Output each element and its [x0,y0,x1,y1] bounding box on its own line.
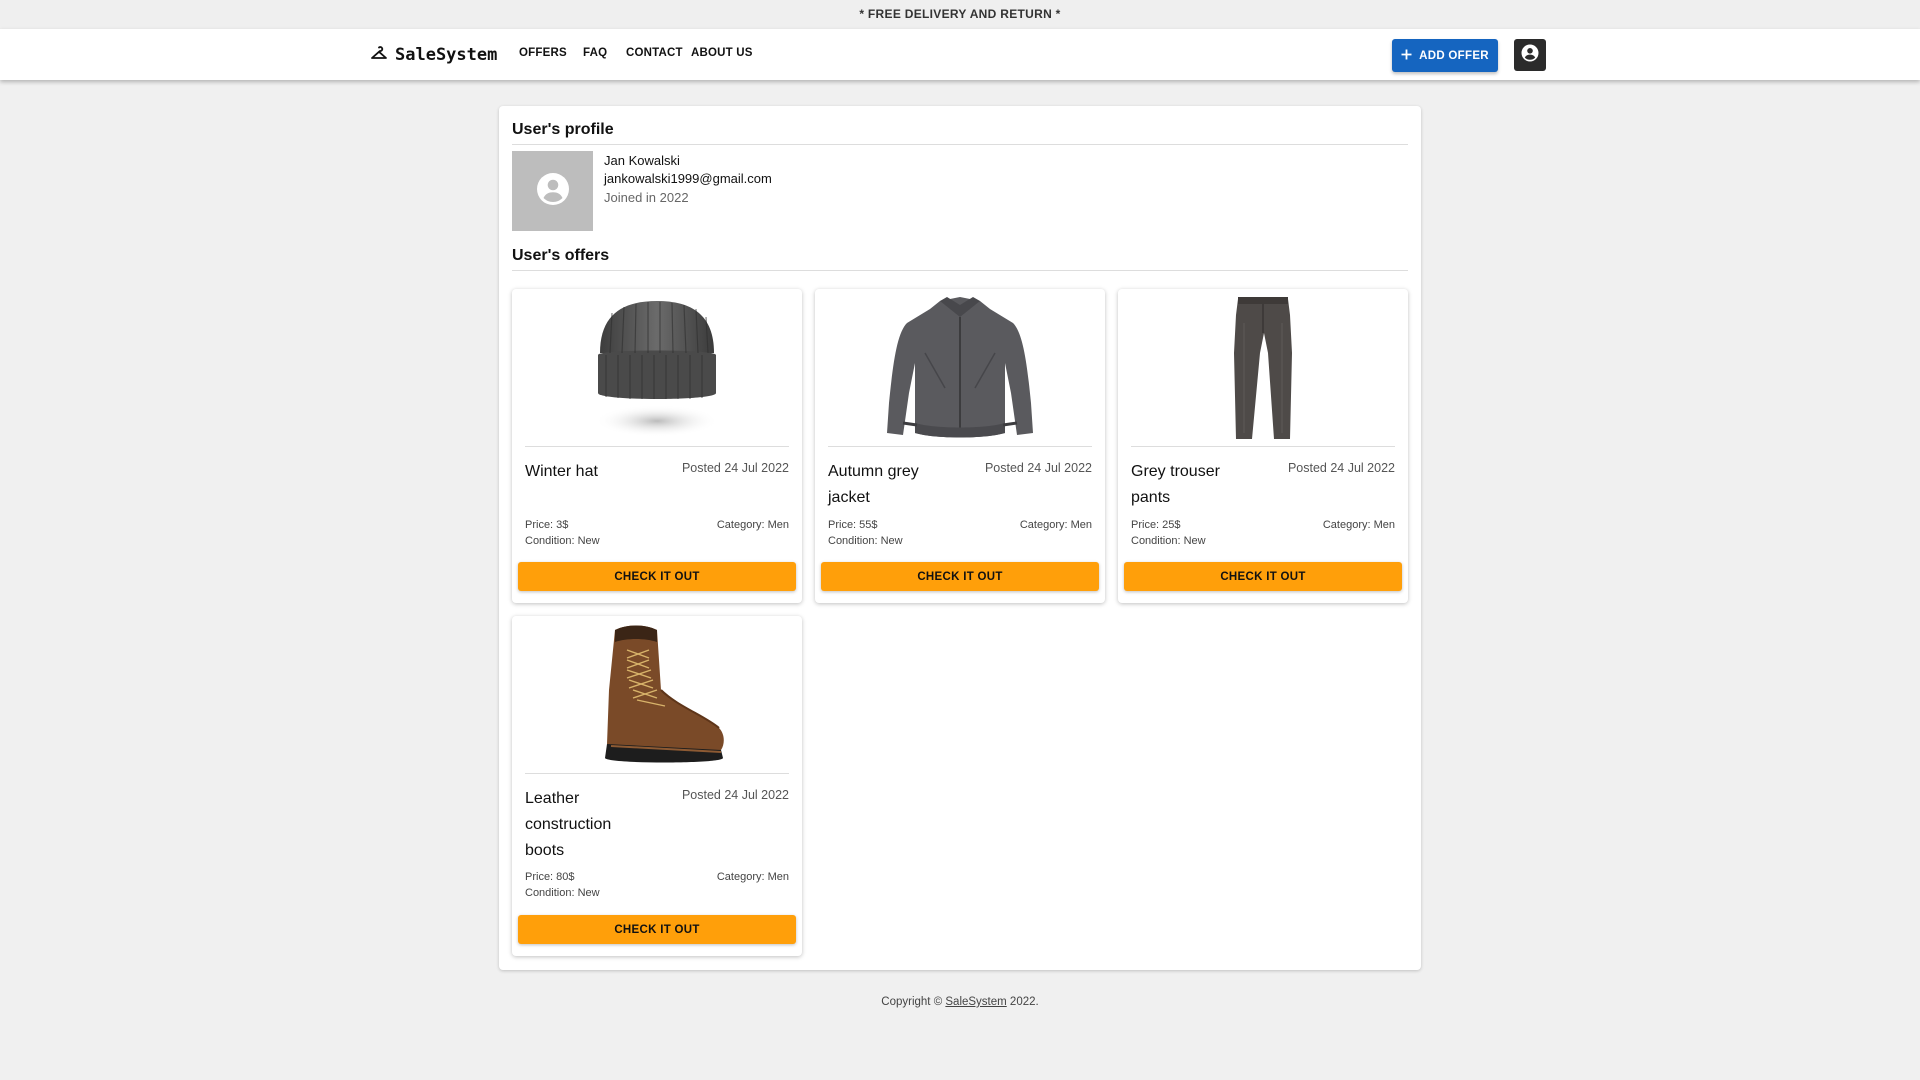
check-it-out-button[interactable]: CHECK IT OUT [518,915,796,944]
offer-price: Price: 25$ [1131,519,1181,531]
offer-posted-date: Posted 24 Jul 2022 [681,461,789,475]
offer-price: Price: 80$ [525,871,575,883]
nav-about-us[interactable]: ABOUT US [691,47,753,59]
copyright-suffix: 2022. [1006,996,1039,1008]
hanger-icon [371,45,387,65]
profile-divider [512,144,1408,145]
promo-text: * FREE DELIVERY AND RETURN * [859,7,1061,21]
offer-posted-date: Posted 24 Jul 2022 [681,788,789,802]
top-navbar: SaleSystem OFFERS FAQ CONTACT ABOUT US A… [0,29,1920,80]
offer-title: Winter hat [525,463,598,480]
offer-category: Category: Men [1019,519,1092,531]
card-divider [525,773,789,774]
footer-copyright: Copyright © SaleSystem 2022. [0,996,1920,1008]
profile-panel: User's profile Jan Kowalski jankowalski1… [499,106,1421,970]
offer-image-leather-construction-boots [525,616,789,773]
brand-logo[interactable]: SaleSystem [371,42,497,68]
footer-salesystem-link[interactable]: SaleSystem [945,996,1006,1008]
copyright-prefix: Copyright © [881,996,946,1008]
offer-posted-date: Posted 24 Jul 2022 [1287,461,1395,475]
offers-divider [512,270,1408,271]
person-icon [536,172,570,211]
nav-contact[interactable]: CONTACT [626,47,683,59]
add-offer-button[interactable]: ADD OFFER [1392,39,1498,72]
check-it-out-button[interactable]: CHECK IT OUT [518,562,796,591]
offer-condition: Condition: New [828,535,903,547]
card-divider [525,446,789,447]
check-it-out-button[interactable]: CHECK IT OUT [821,562,1099,591]
avatar [512,151,593,231]
offer-category: Category: Men [716,871,789,883]
offers-section-title: User's offers [512,247,610,264]
nav-offers[interactable]: OFFERS [519,47,567,59]
user-joined: Joined in 2022 [604,190,689,205]
offer-card: Winter hat Posted 24 Jul 2022 Price: 3$ … [512,289,802,603]
offer-card: Grey trouser pants Posted 24 Jul 2022 Pr… [1118,289,1408,603]
offer-condition: Condition: New [525,535,600,547]
offer-title: Leather construction boots [525,790,612,859]
nav-faq[interactable]: FAQ [583,47,607,59]
offer-condition: Condition: New [525,887,600,899]
offer-image-autumn-grey-jacket [828,289,1092,446]
offer-category: Category: Men [716,519,789,531]
user-name: Jan Kowalski [604,153,680,168]
profile-section-title: User's profile [512,121,614,138]
offer-price: Price: 3$ [525,519,569,531]
offer-condition: Condition: New [1131,535,1206,547]
user-email: jankowalski1999@gmail.com [604,171,772,186]
card-divider [828,446,1092,447]
add-offer-label: ADD OFFER [1419,49,1489,62]
offer-posted-date: Posted 24 Jul 2022 [984,461,1092,475]
account-button[interactable] [1514,39,1546,71]
offer-card: Leather construction boots Posted 24 Jul… [512,616,802,956]
offer-price: Price: 55$ [828,519,878,531]
check-it-out-button[interactable]: CHECK IT OUT [1124,562,1402,591]
card-divider [1131,446,1395,447]
offer-card: Autumn grey jacket Posted 24 Jul 2022 Pr… [815,289,1105,603]
offer-title: Grey trouser pants [1131,463,1220,506]
offer-image-grey-trouser-pants [1131,289,1395,446]
promo-banner: * FREE DELIVERY AND RETURN * [0,0,1920,29]
plus-icon [1401,49,1412,63]
account-circle-icon [1521,44,1539,67]
offer-category: Category: Men [1322,519,1395,531]
offer-image-winter-hat [525,289,789,446]
offer-title: Autumn grey jacket [828,463,919,506]
brand-name: SaleSystem [395,45,498,65]
